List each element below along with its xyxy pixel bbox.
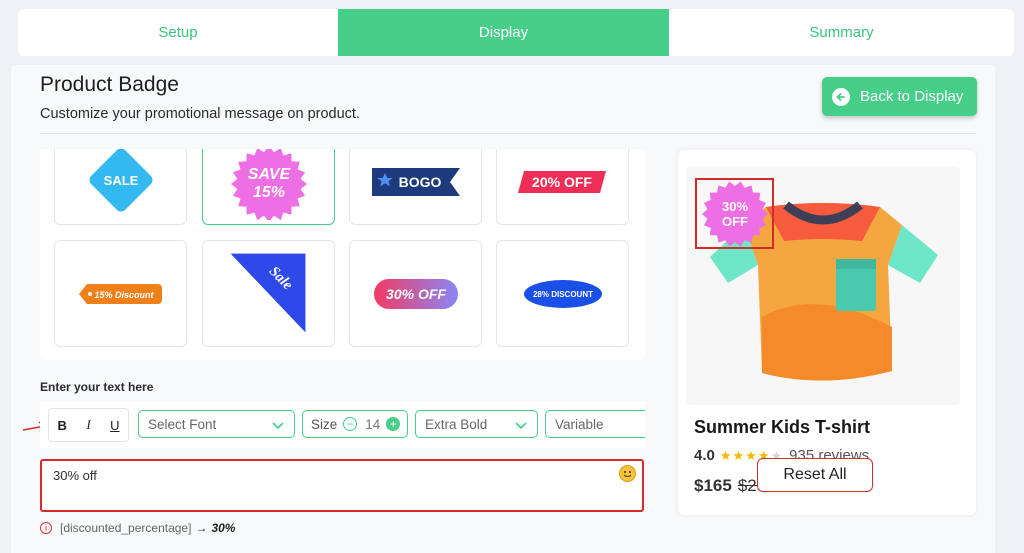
- text-input-label: Enter your text here: [40, 380, 154, 394]
- hint-value: 30%: [211, 521, 236, 535]
- font-select-value: Select Font: [148, 416, 217, 432]
- page-title: Product Badge: [40, 73, 179, 96]
- tab-setup[interactable]: Setup: [18, 9, 338, 56]
- badge-save-line1: SAVE: [247, 166, 291, 183]
- italic-button[interactable]: I: [77, 417, 99, 433]
- page-subtitle: Customize your promotional message on pr…: [40, 106, 360, 122]
- weight-select[interactable]: Extra Bold: [415, 410, 538, 438]
- badge-text-input[interactable]: 30% off: [40, 459, 644, 512]
- badge-option-save-starburst[interactable]: SAVE 15%: [202, 149, 335, 225]
- badge-option-30-off-gradient[interactable]: 30% OFF: [349, 240, 482, 347]
- size-label: Size: [311, 416, 338, 432]
- star-icon: ★: [745, 448, 757, 463]
- emoji-picker-icon[interactable]: [619, 465, 636, 482]
- back-button-label: Back to Display: [860, 88, 964, 105]
- badge-28discount-text: 28% DISCOUNT: [532, 290, 592, 299]
- size-stepper: Size − 14 +: [302, 410, 408, 438]
- chevron-down-icon: [515, 422, 527, 430]
- current-price: $165: [694, 476, 732, 495]
- star-icon: ★: [719, 448, 732, 463]
- variable-select[interactable]: Variable: [545, 410, 645, 438]
- weight-select-value: Extra Bold: [425, 416, 488, 432]
- badge-save-line2: 15%: [252, 184, 284, 201]
- badge-option-bogo-ribbon[interactable]: BOGO: [349, 149, 482, 225]
- underline-button[interactable]: U: [104, 418, 126, 433]
- step-tabs: Setup Display Summary: [18, 9, 1014, 56]
- badge-option-15-discount-tag[interactable]: 15% Discount: [54, 240, 187, 347]
- text-toolbar: B I U Select Font Size − 14 + Extra Bold…: [40, 401, 645, 448]
- rating-value: 4.0: [694, 447, 715, 464]
- badge-20off-text: 20% OFF: [532, 174, 592, 190]
- hint-token: [discounted_percentage]: [60, 521, 192, 535]
- placeholder-hint: i [discounted_percentage] → 30%: [40, 521, 235, 535]
- hint-arrow: →: [195, 521, 208, 535]
- back-to-display-button[interactable]: Back to Display: [822, 77, 977, 116]
- badge-option-28-discount-oval[interactable]: 28% DISCOUNT: [496, 240, 629, 347]
- product-name: Summer Kids T-shirt: [694, 417, 871, 437]
- badge-option-20-off[interactable]: 20% OFF: [496, 149, 629, 225]
- tab-summary[interactable]: Summary: [669, 9, 1014, 56]
- format-buttons: B I U: [48, 408, 129, 442]
- badge-15discount-text: 15% Discount: [94, 290, 154, 300]
- badge-30off-text: 30% OFF: [386, 286, 446, 302]
- badge-bogo-text: BOGO: [398, 174, 441, 190]
- star-icon: ★: [732, 448, 745, 463]
- badge-sale-text: SALE: [103, 173, 138, 188]
- info-icon: i: [40, 522, 52, 534]
- badge-highlight-box: [695, 178, 774, 249]
- size-decrease-button[interactable]: −: [343, 417, 358, 431]
- product-image: 30% OFF: [686, 167, 960, 405]
- size-value: 14: [365, 416, 381, 432]
- reset-all-button[interactable]: Reset All: [757, 458, 873, 492]
- variable-select-value: Variable: [555, 416, 604, 432]
- badge-gallery: SALE SAVE 15% BOGO 20% OFF 15% Discount …: [40, 149, 645, 360]
- arrow-left-icon: [832, 87, 850, 106]
- tab-display[interactable]: Display: [338, 9, 669, 56]
- badge-save-svg: SAVE 15%: [230, 149, 307, 220]
- size-increase-button[interactable]: +: [386, 417, 401, 431]
- font-select[interactable]: Select Font: [138, 410, 295, 438]
- divider: [40, 133, 976, 134]
- badge-option-sale-diamond[interactable]: SALE: [54, 149, 187, 225]
- bold-button[interactable]: B: [51, 418, 73, 433]
- badge-text-value: 30% off: [53, 468, 97, 483]
- chevron-down-icon: [272, 422, 284, 430]
- badge-option-sale-corner[interactable]: Sale: [202, 240, 335, 347]
